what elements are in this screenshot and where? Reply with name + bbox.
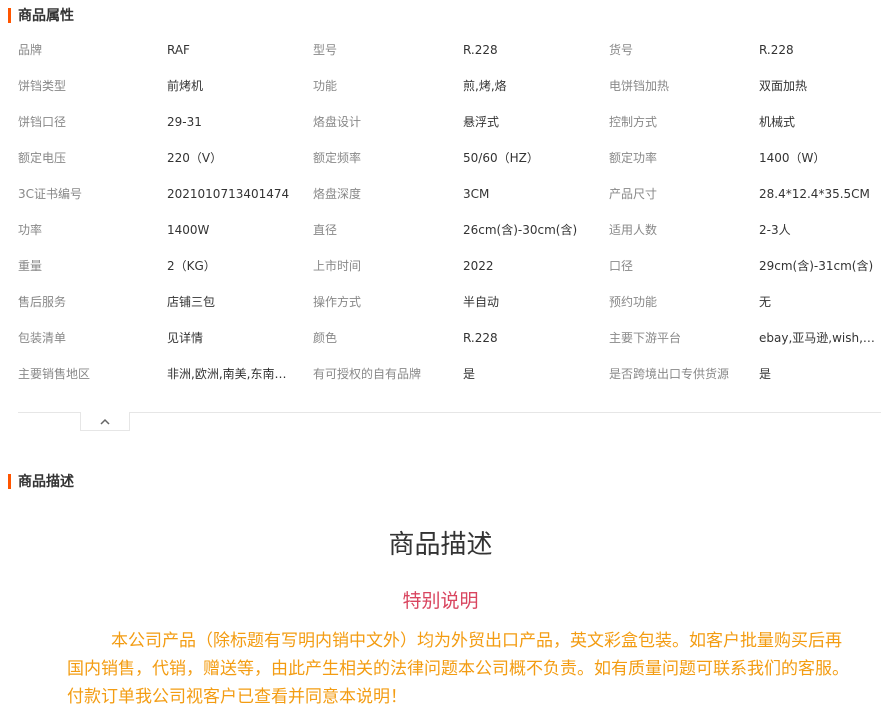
attribute-value: 3CM xyxy=(463,187,490,201)
attribute-value: R.228 xyxy=(759,43,794,57)
attribute-value: 煎,烤,烙 xyxy=(463,79,507,93)
accent-bar xyxy=(8,7,11,23)
attribute-row: 额定电压 220（V） 额定频率 50/60（HZ） 额定功率 1400（W） xyxy=(18,140,880,176)
attribute-label: 产品尺寸 xyxy=(609,187,658,201)
attribute-label: 额定电压 xyxy=(18,151,67,165)
attribute-value: 26cm(含)-30cm(含) xyxy=(463,223,578,237)
attribute-label: 颜色 xyxy=(313,331,338,345)
description-notice: 本公司产品（除标题有写明内销中文外）均为外贸出口产品，英文彩盒包装。如客户批量购… xyxy=(67,631,849,707)
attribute-value: 2021010713401474 xyxy=(167,187,290,201)
attribute-value: 是 xyxy=(759,367,772,381)
divider xyxy=(18,412,881,413)
attribute-value: R.228 xyxy=(463,331,498,345)
attribute-label: 3C证书编号 xyxy=(18,187,83,201)
attribute-label: 主要销售地区 xyxy=(18,367,91,381)
attribute-label: 适用人数 xyxy=(609,223,658,237)
collapse-button[interactable] xyxy=(80,412,130,431)
attribute-label: 品牌 xyxy=(18,43,43,57)
attribute-label: 直径 xyxy=(313,223,338,237)
attributes-section-header: 商品属性 xyxy=(8,6,74,24)
attribute-label: 操作方式 xyxy=(313,295,362,309)
attributes-section-title: 商品属性 xyxy=(18,8,74,24)
attribute-value: 非洲,欧洲,南美,东南亚,北美,东北亚,中东 xyxy=(167,367,295,381)
attribute-label: 型号 xyxy=(313,43,338,57)
attribute-value: ebay,亚马逊,wish,速卖通,独立站,LAZADA xyxy=(759,331,879,345)
attribute-value: 1400W xyxy=(167,223,210,237)
description-section-header: 商品描述 xyxy=(8,472,74,490)
accent-bar xyxy=(8,473,11,489)
attribute-label: 重量 xyxy=(18,259,43,273)
attribute-value: 是 xyxy=(463,367,476,381)
attribute-label: 饼铛口径 xyxy=(18,115,67,129)
attribute-value: 2（KG） xyxy=(167,259,216,273)
attribute-value: 见详情 xyxy=(167,331,204,345)
attribute-value: 店铺三包 xyxy=(167,295,216,309)
attribute-value: 1400（W） xyxy=(759,151,826,165)
attribute-label: 饼铛类型 xyxy=(18,79,67,93)
attribute-label: 功率 xyxy=(18,223,43,237)
attribute-label: 烙盘设计 xyxy=(313,115,362,129)
attribute-value: 220（V） xyxy=(167,151,223,165)
attribute-value: R.228 xyxy=(463,43,498,57)
attribute-row: 3C证书编号 2021010713401474 烙盘深度 3CM 产品尺寸 28.4*12… xyxy=(18,176,880,212)
attribute-value: 29-31 xyxy=(167,115,202,129)
attribute-row: 饼铛口径 29-31 烙盘设计 悬浮式 控制方式 机械式 xyxy=(18,104,880,140)
description-subheading: 特别说明 xyxy=(402,590,479,612)
chevron-up-icon xyxy=(100,418,110,425)
attribute-value: 无 xyxy=(759,295,772,309)
attribute-label: 额定功率 xyxy=(609,151,658,165)
attribute-value: 半自动 xyxy=(463,295,500,309)
attribute-value: 双面加热 xyxy=(759,79,808,93)
attribute-label: 包装清单 xyxy=(18,331,67,345)
attribute-value: 2022 xyxy=(463,259,494,273)
attribute-row: 包装清单 见详情 颜色 R.228 主要下游平台 ebay,亚马逊,wish,速卖通,独立… xyxy=(18,320,880,356)
attribute-label: 口径 xyxy=(609,259,634,273)
attribute-value: 机械式 xyxy=(759,115,796,129)
attribute-label: 货号 xyxy=(609,43,634,57)
description-heading: 商品描述 xyxy=(388,530,493,560)
attribute-label: 烙盘深度 xyxy=(313,187,362,201)
attribute-row: 功率 1400W 直径 26cm(含)-30cm(含) 适用人数 2-3人 xyxy=(18,212,880,248)
attribute-label: 电饼铛加热 xyxy=(609,79,670,93)
attribute-row: 品牌 RAF 型号 R.228 货号 R.228 xyxy=(18,32,880,68)
attribute-label: 有可授权的自有品牌 xyxy=(313,367,422,381)
attribute-row: 主要销售地区 非洲,欧洲,南美,东南亚,北美,东北亚,中东 有可授权的自有品牌 是 是否… xyxy=(18,356,880,392)
attribute-label: 控制方式 xyxy=(609,115,658,129)
attribute-label: 主要下游平台 xyxy=(609,331,682,345)
attribute-label: 售后服务 xyxy=(18,295,67,309)
attributes-table: 品牌 RAF 型号 R.228 货号 R.228 饼铛类型 前烤机 功能 煎,烤,烙 电饼铛加热 双面… xyxy=(18,32,880,392)
attribute-label: 功能 xyxy=(313,79,338,93)
attribute-row: 饼铛类型 前烤机 功能 煎,烤,烙 电饼铛加热 双面加热 xyxy=(18,68,880,104)
attribute-row: 重量 2（KG） 上市时间 2022 口径 29cm(含)-31cm(含) xyxy=(18,248,880,284)
description-section-title: 商品描述 xyxy=(18,474,74,490)
attribute-value: 28.4*12.4*35.5CM xyxy=(759,187,870,201)
attribute-label: 额定频率 xyxy=(313,151,362,165)
attribute-value: 50/60（HZ） xyxy=(463,151,539,165)
attribute-value: 悬浮式 xyxy=(463,115,500,129)
attribute-value: 29cm(含)-31cm(含) xyxy=(759,259,874,273)
attribute-label: 上市时间 xyxy=(313,259,362,273)
attribute-row: 售后服务 店铺三包 操作方式 半自动 预约功能 无 xyxy=(18,284,880,320)
attribute-value: RAF xyxy=(167,43,190,57)
attribute-label: 是否跨境出口专供货源 xyxy=(609,367,730,381)
attribute-label: 预约功能 xyxy=(609,295,658,309)
attribute-value: 前烤机 xyxy=(167,79,204,93)
attribute-value: 2-3人 xyxy=(759,223,791,237)
